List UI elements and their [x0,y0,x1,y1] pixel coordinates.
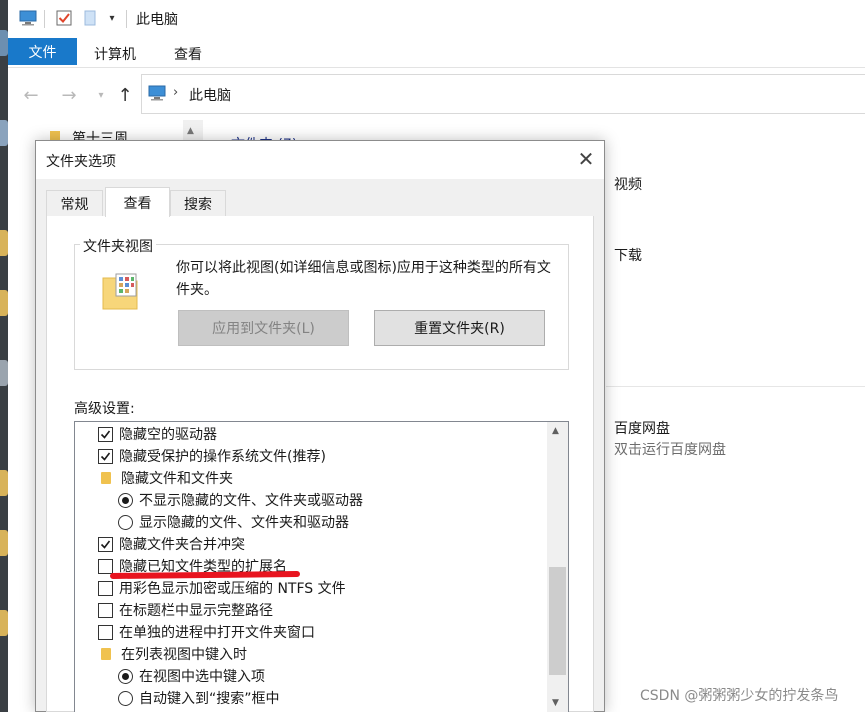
up-arrow-icon[interactable]: ↑ [114,84,136,106]
item-videos[interactable]: 视频 [614,174,642,194]
checkmark-icon [100,452,111,461]
scrollbar-thumb[interactable] [549,567,566,675]
setting-label: 在标题栏中显示完整路径 [119,603,273,619]
radio-button[interactable] [118,668,133,684]
desktop-edge [0,0,8,712]
folder-view-icon [102,270,138,314]
ribbon-tab-file[interactable]: 文件 [8,38,77,65]
radio-button[interactable] [118,690,133,706]
setting-select-typed-item[interactable]: 在视图中选中键入项 [118,665,265,687]
scroll-down-icon[interactable]: ▼ [552,698,559,708]
content-divider [606,386,865,387]
checkbox[interactable] [98,602,113,618]
setting-group-list-typing: 在列表视图中键入时 [98,643,247,665]
setting-label: 自动键入到“搜索”框中 [139,691,280,707]
folder-views-description: 你可以将此视图(如详细信息或图标)应用于这种类型的所有文件夹。 [176,260,551,298]
ribbon [8,38,865,68]
properties-check-icon[interactable] [54,8,74,28]
toolbar-divider [126,10,127,28]
setting-label: 隐藏文件夹合并冲突 [119,537,245,553]
dialog-titlebar [36,141,604,179]
setting-hide-protected-os-files[interactable]: 隐藏受保护的操作系统文件(推荐) [98,445,326,467]
advanced-settings-list[interactable]: 隐藏空的驱动器 隐藏受保护的操作系统文件(推荐) 隐藏文件和文件夹 不显示隐藏的… [74,421,569,712]
scroll-up-icon[interactable]: ▲ [187,126,194,136]
checkbox[interactable] [98,624,113,640]
radio-selected-dot [122,496,129,504]
setting-show-hidden[interactable]: 显示隐藏的文件、文件夹和驱动器 [118,511,349,533]
checkbox[interactable] [98,448,113,464]
computer-icon [148,85,166,105]
setting-color-ntfs[interactable]: 用彩色显示加密或压缩的 NTFS 文件 [98,577,346,599]
setting-separate-process[interactable]: 在单独的进程中打开文件夹窗口 [98,621,315,643]
checkbox[interactable] [98,426,113,442]
setting-hide-empty-drives[interactable]: 隐藏空的驱动器 [98,423,217,445]
recent-locations-chevron-icon[interactable]: ▾ [90,84,112,106]
radio-button[interactable] [118,514,133,530]
checkbox[interactable] [98,580,113,596]
setting-type-into-search[interactable]: 自动键入到“搜索”框中 [118,687,280,709]
setting-group-label: 在列表视图中键入时 [121,647,247,663]
radio-selected-dot [122,672,129,680]
checkmark-icon [100,430,111,439]
setting-label: 用彩色显示加密或压缩的 NTFS 文件 [119,581,346,597]
apply-to-folders-button[interactable]: 应用到文件夹(L) [178,310,349,346]
customize-dropdown-icon[interactable]: ▾ [102,8,122,28]
computer-icon [18,8,38,28]
back-arrow-icon[interactable]: ← [20,84,42,106]
item-baidu-netdisk[interactable]: 百度网盘 [614,418,670,438]
dialog-title: 文件夹选项 [46,154,116,170]
setting-label: 在单独的进程中打开文件夹窗口 [119,625,315,641]
item-downloads[interactable]: 下载 [614,245,642,265]
reset-folders-button[interactable]: 重置文件夹(R) [374,310,545,346]
toolbar-divider [44,10,45,28]
ribbon-tab-view[interactable]: 查看 [174,44,202,64]
setting-group-hidden-files: 隐藏文件和文件夹 [98,467,233,489]
tab-search[interactable]: 搜索 [170,190,226,216]
breadcrumb-chevron-icon: › [173,85,179,100]
folder-views-legend: 文件夹视图 [80,236,156,256]
new-folder-icon[interactable] [80,8,100,28]
forward-arrow-icon[interactable]: → [58,84,80,106]
setting-hide-merge-conflicts[interactable]: 隐藏文件夹合并冲突 [98,533,245,555]
setting-label: 隐藏空的驱动器 [119,427,217,443]
setting-label: 在视图中选中键入项 [139,669,265,685]
setting-label: 不显示隐藏的文件、文件夹或驱动器 [139,493,363,509]
setting-label: 隐藏受保护的操作系统文件(推荐) [119,449,326,465]
scroll-up-icon[interactable]: ▲ [552,426,559,436]
setting-full-path-titlebar[interactable]: 在标题栏中显示完整路径 [98,599,273,621]
item-baidu-netdisk-subtitle: 双击运行百度网盘 [614,442,726,458]
folder-icon [101,648,111,660]
checkbox[interactable] [98,558,113,574]
setting-dont-show-hidden[interactable]: 不显示隐藏的文件、文件夹或驱动器 [118,489,363,511]
address-bar[interactable]: › 此电脑 [141,74,865,114]
window-title: 此电脑 [136,12,178,28]
address-path: 此电脑 [189,88,231,104]
ribbon-tab-computer[interactable]: 计算机 [94,44,136,64]
tab-general[interactable]: 常规 [46,190,103,216]
tab-view[interactable]: 查看 [105,187,170,217]
close-icon[interactable]: ✕ [572,145,600,173]
advanced-settings-label: 高级设置: [74,401,135,417]
setting-group-label: 隐藏文件和文件夹 [121,471,233,487]
watermark: CSDN @粥粥粥少女的拧发条鸟 [640,688,839,704]
checkmark-icon [100,540,111,549]
setting-label: 显示隐藏的文件、文件夹和驱动器 [139,515,349,531]
radio-button[interactable] [118,492,133,508]
folder-icon [101,472,111,484]
checkbox[interactable] [98,536,113,552]
